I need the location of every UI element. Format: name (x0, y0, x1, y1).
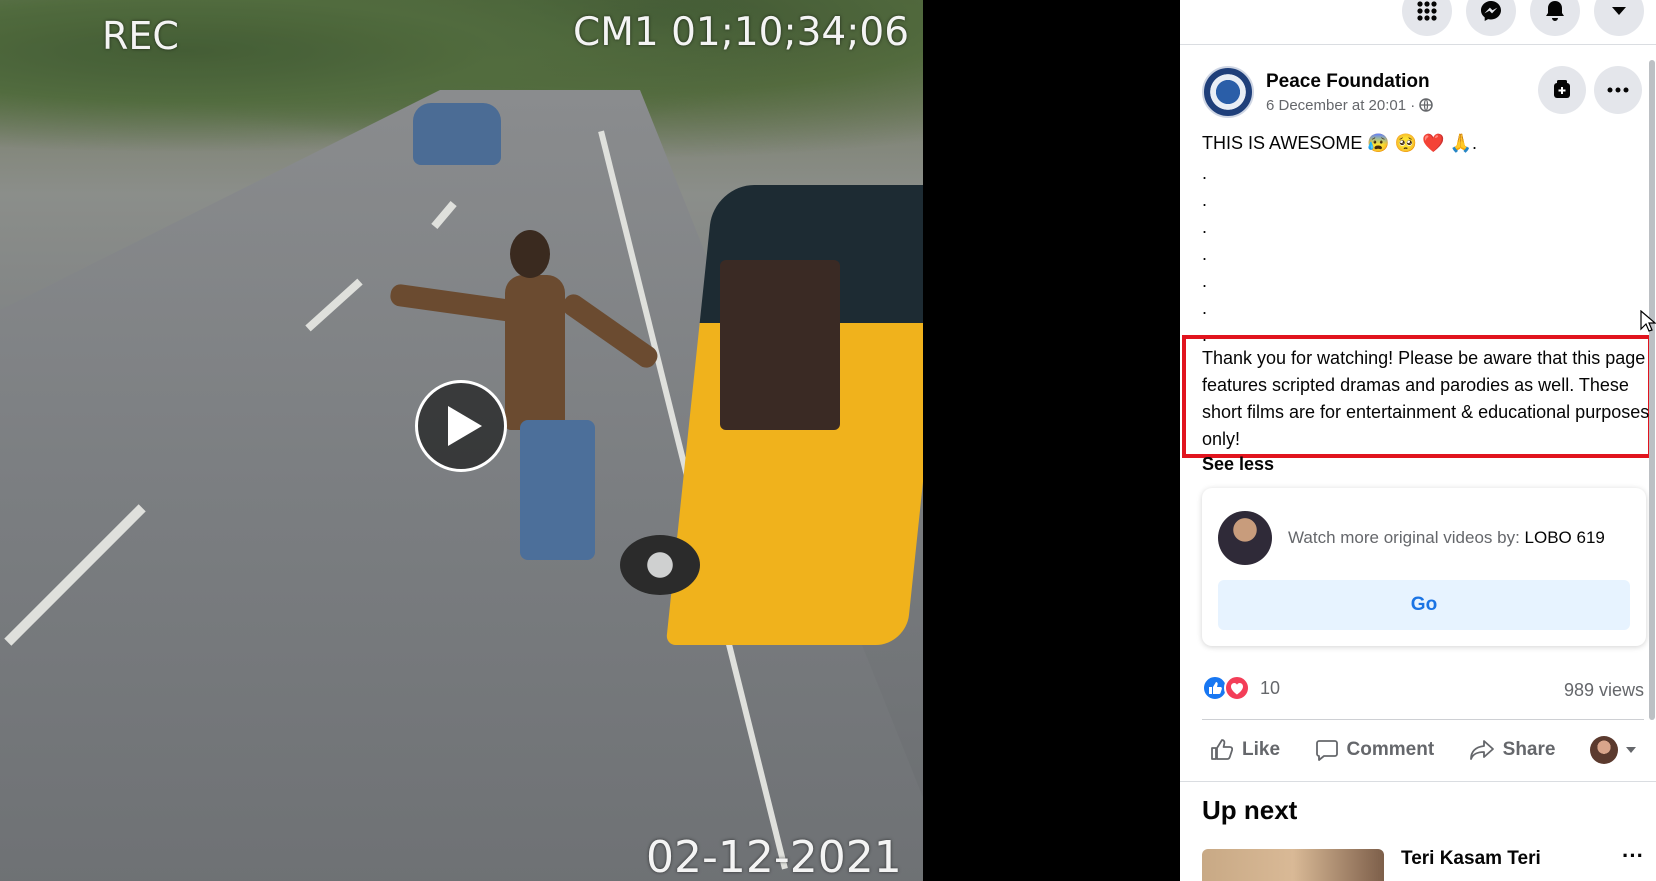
up-next-heading: Up next (1202, 795, 1298, 825)
view-count: 989 views (1563, 680, 1644, 700)
rec-label: REC (102, 14, 179, 58)
comment-button[interactable]: Comment (1307, 738, 1443, 762)
share-icon (1469, 740, 1494, 760)
share-button[interactable]: Share (1461, 738, 1564, 762)
dot-line: . (1202, 190, 1208, 210)
post-actions: Like Comment Share (1202, 730, 1644, 770)
up-next-more-button[interactable]: ··· (1622, 843, 1644, 869)
dot-line: . (1202, 244, 1208, 264)
chevron-down-icon (1625, 747, 1636, 753)
auto-rickshaw-window (720, 260, 840, 430)
play-button[interactable] (415, 380, 507, 472)
camera-timestamp: CM1 01;10;34;06 (573, 10, 910, 55)
post-header: Peace Foundation 6 December at 20:01 · (1202, 66, 1433, 118)
reaction-count[interactable]: 10 (1260, 678, 1280, 699)
save-post-button[interactable] (1538, 66, 1586, 114)
page-avatar[interactable] (1202, 66, 1254, 118)
divider (1180, 781, 1656, 782)
tyre (620, 535, 700, 595)
share-label: Share (1502, 739, 1556, 760)
dot-line: . (1202, 298, 1208, 318)
man-body (505, 275, 565, 430)
video-date: 02-12-2021 (646, 832, 902, 881)
promo-card: Watch more original videos by: LOBO 619 … (1202, 488, 1646, 646)
dot-line: . (1202, 217, 1208, 237)
dot-line: . (1202, 163, 1208, 183)
scrollbar[interactable] (1648, 60, 1656, 720)
reactions-summary[interactable]: 10 (1202, 675, 1280, 701)
post-header-text: Peace Foundation 6 December at 20:01 · (1266, 71, 1433, 114)
post-meta: 6 December at 20:01 · (1266, 97, 1433, 114)
profile-avatar (1589, 736, 1618, 764)
video-player[interactable]: REC CM1 01;10;34;06 02-12-2021 (0, 0, 1180, 881)
globe-icon (1419, 98, 1433, 112)
man-head (510, 230, 550, 278)
post-side-panel: Peace Foundation 6 December at 20:01 · T… (1180, 0, 1656, 881)
love-reaction-icon (1224, 675, 1250, 701)
reaction-profile-selector[interactable] (1582, 736, 1644, 764)
post-dots: . . . . . . . (1202, 160, 1207, 349)
more-horizontal-icon (1607, 87, 1629, 93)
video-frame[interactable]: REC CM1 01;10;34;06 02-12-2021 (0, 0, 923, 881)
comment-label: Comment (1346, 739, 1435, 760)
scrollbar-thumb[interactable] (1649, 60, 1655, 720)
more-options-button[interactable] (1594, 66, 1642, 114)
top-navigation (1402, 0, 1656, 36)
mouse-cursor-icon (1640, 310, 1656, 332)
up-next-title[interactable]: Teri Kasam Teri (1401, 848, 1541, 870)
promo-text: Watch more original videos by: LOBO 619 (1288, 528, 1605, 548)
divider (1180, 44, 1656, 45)
creator-name-link[interactable]: LOBO 619 (1525, 528, 1605, 547)
comment-icon (1315, 740, 1338, 761)
messenger-button[interactable] (1466, 0, 1516, 36)
play-icon (448, 406, 482, 446)
see-less-link[interactable]: See less (1202, 454, 1274, 475)
like-label: Like (1242, 739, 1281, 760)
chevron-down-icon (1612, 7, 1626, 15)
disclaimer-text: Thank you for watching! Please be aware … (1202, 348, 1650, 449)
car (413, 103, 501, 165)
post-timestamp[interactable]: 6 December at 20:01 · (1266, 97, 1415, 114)
post-headline: THIS IS AWESOME 😰 🥺 ❤️ 🙏. (1202, 133, 1478, 153)
creator-avatar[interactable] (1218, 511, 1272, 565)
go-button[interactable]: Go (1218, 580, 1630, 630)
man-legs (520, 420, 595, 560)
messenger-icon (1481, 1, 1501, 21)
bell-icon (1546, 1, 1564, 21)
promo-prefix: Watch more original videos by: (1288, 528, 1525, 547)
dot-line: . (1202, 271, 1208, 291)
page-name-link[interactable]: Peace Foundation (1266, 71, 1433, 93)
grid-icon (1417, 1, 1437, 21)
up-next-thumbnail[interactable] (1202, 849, 1384, 881)
like-button[interactable]: Like (1202, 738, 1288, 762)
bookmark-add-icon (1554, 80, 1570, 98)
notifications-button[interactable] (1530, 0, 1580, 36)
menu-grid-button[interactable] (1402, 0, 1452, 36)
account-button[interactable] (1594, 0, 1644, 36)
divider (1202, 719, 1644, 720)
thumbs-up-icon (1211, 739, 1234, 760)
